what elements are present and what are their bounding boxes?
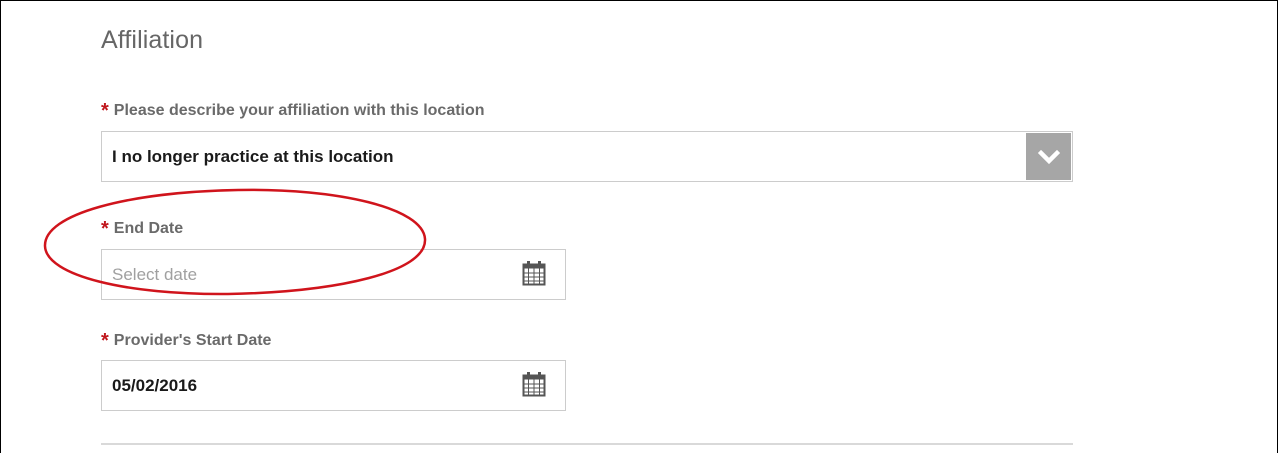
- affiliation-label-text: Please describe your affiliation with th…: [113, 102, 485, 119]
- end-date-input[interactable]: [112, 262, 502, 288]
- required-indicator: *: [101, 218, 109, 240]
- affiliation-select[interactable]: I no longer practice at this location: [101, 131, 1073, 182]
- end-date-field[interactable]: [101, 249, 566, 300]
- section-divider: [101, 443, 1073, 445]
- end-date-label-text: End Date: [113, 220, 184, 237]
- required-indicator: *: [101, 330, 109, 352]
- calendar-icon[interactable]: [522, 371, 546, 397]
- start-date-label-text: Provider's Start Date: [113, 332, 272, 349]
- calendar-icon[interactable]: [522, 260, 546, 286]
- affiliation-dropdown-button[interactable]: [1026, 133, 1071, 180]
- end-date-label: * End Date: [101, 216, 184, 240]
- start-date-label: * Provider's Start Date: [101, 328, 272, 352]
- start-date-field[interactable]: [101, 360, 566, 411]
- section-title: Affiliation: [101, 26, 204, 54]
- start-date-input[interactable]: [112, 373, 502, 399]
- required-indicator: *: [101, 100, 109, 122]
- affiliation-label: * Please describe your affiliation with t…: [101, 98, 485, 122]
- chevron-down-icon: [1037, 149, 1060, 164]
- affiliation-selected-value: I no longer practice at this location: [112, 147, 394, 166]
